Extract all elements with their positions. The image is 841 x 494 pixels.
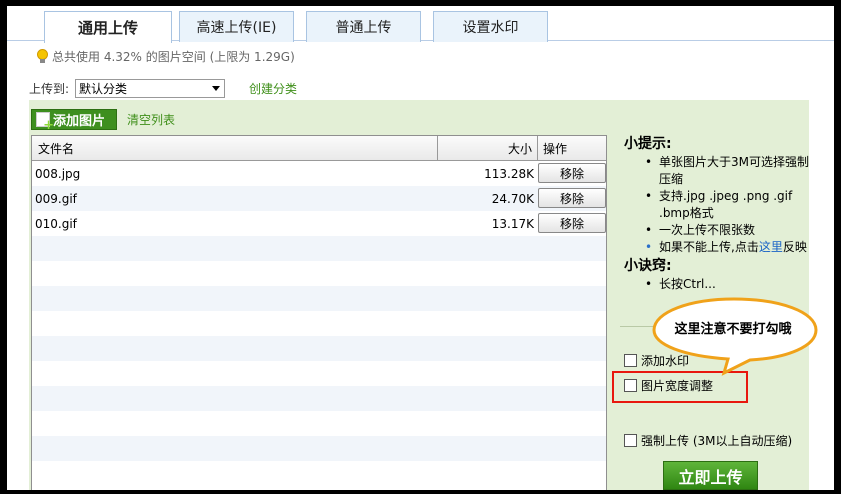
trick-item: 长按Ctrl... bbox=[624, 276, 809, 293]
add-images-button[interactable]: 添加图片 bbox=[31, 108, 117, 131]
quota-info: 总共使用 4.32% 的图片空间 (上限为 1.29G) bbox=[37, 46, 295, 66]
upload-page: 通用上传 高速上传(IE) 普通上传 设置水印 总共使用 4.32% 的图片空间… bbox=[7, 6, 834, 490]
callout-bubble: 这里注意不要打勾哦 bbox=[650, 296, 820, 376]
dropdown-arrow-icon bbox=[212, 85, 221, 91]
upload-to-label: 上传到: bbox=[29, 81, 70, 96]
add-images-label: 添加图片 bbox=[53, 113, 106, 129]
empty-row bbox=[32, 461, 606, 486]
quota-text: 总共使用 4.32% 的图片空间 (上限为 1.29G) bbox=[52, 49, 295, 64]
tricks-title: 小诀窍: bbox=[624, 258, 672, 274]
column-divider bbox=[437, 136, 438, 160]
empty-row bbox=[32, 236, 606, 261]
empty-row bbox=[32, 311, 606, 336]
tab-watermark-settings[interactable]: 设置水印 bbox=[433, 11, 548, 42]
tip-item-feedback: 如果不能上传,点击这里反映 bbox=[624, 239, 809, 256]
tab-fast-upload-ie[interactable]: 高速上传(IE) bbox=[179, 11, 294, 42]
empty-row bbox=[32, 436, 606, 461]
column-header-size: 大小 bbox=[508, 141, 533, 156]
file-name: 010.gif bbox=[35, 216, 77, 231]
feedback-prefix: 如果不能上传,点击 bbox=[659, 240, 759, 254]
tip-item: 单张图片大于3M可选择强制压缩 bbox=[624, 154, 809, 188]
upload-now-button[interactable]: 立即上传 bbox=[663, 461, 758, 490]
empty-row bbox=[32, 361, 606, 386]
empty-row bbox=[32, 336, 606, 361]
tab-normal-upload[interactable]: 普通上传 bbox=[306, 11, 421, 42]
create-category-link[interactable]: 创建分类 bbox=[249, 80, 297, 97]
file-name: 009.gif bbox=[35, 191, 77, 206]
empty-row bbox=[32, 261, 606, 286]
tips-panel: 小提示: 单张图片大于3M可选择强制压缩 支持.jpg .jpeg .png .… bbox=[624, 134, 809, 293]
table-header: 文件名 大小 操作 bbox=[32, 136, 606, 161]
tab-bar: 通用上传 高速上传(IE) 普通上传 设置水印 bbox=[7, 6, 834, 43]
column-divider bbox=[537, 136, 538, 160]
file-toolbar: 添加图片 清空列表 bbox=[31, 108, 175, 131]
table-row: 008.jpg 113.28K 移除 bbox=[32, 161, 606, 186]
file-size: 24.70K bbox=[491, 191, 534, 206]
tab-general-upload[interactable]: 通用上传 bbox=[44, 11, 172, 43]
callout-text: 这里注意不要打勾哦 bbox=[674, 322, 792, 337]
remove-file-button[interactable]: 移除 bbox=[538, 188, 606, 208]
table-row: 009.gif 24.70K 移除 bbox=[32, 186, 606, 211]
lightbulb-icon bbox=[37, 49, 48, 63]
empty-row bbox=[32, 286, 606, 311]
tip-item: 一次上传不限张数 bbox=[624, 222, 809, 239]
column-header-filename: 文件名 bbox=[38, 141, 75, 156]
column-header-action: 操作 bbox=[543, 141, 568, 156]
file-size: 113.28K bbox=[484, 166, 534, 181]
file-name: 008.jpg bbox=[35, 166, 81, 181]
category-select-value: 默认分类 bbox=[79, 81, 128, 96]
file-list-table: 文件名 大小 操作 008.jpg 113.28K 移除 009.gif 24.… bbox=[31, 135, 607, 490]
tips-title: 小提示: bbox=[624, 136, 672, 152]
watermark-checkbox[interactable] bbox=[624, 354, 637, 367]
force-upload-label: 强制上传 (3M以上自动压缩) bbox=[641, 434, 793, 448]
empty-row bbox=[32, 411, 606, 436]
file-size: 13.17K bbox=[491, 216, 534, 231]
clear-list-link[interactable]: 清空列表 bbox=[127, 111, 175, 128]
force-upload-checkbox[interactable] bbox=[624, 434, 637, 447]
feedback-suffix: 反映 bbox=[782, 240, 807, 254]
feedback-link[interactable]: 这里 bbox=[759, 240, 783, 254]
table-row: 010.gif 13.17K 移除 bbox=[32, 211, 606, 236]
remove-file-button[interactable]: 移除 bbox=[538, 213, 606, 233]
tips-list: 单张图片大于3M可选择强制压缩 支持.jpg .jpeg .png .gif .… bbox=[624, 154, 809, 256]
tricks-list: 长按Ctrl... bbox=[624, 276, 809, 293]
category-select[interactable]: 默认分类 bbox=[75, 78, 226, 98]
option-force-upload[interactable]: 强制上传 (3M以上自动压缩) bbox=[624, 432, 792, 449]
remove-file-button[interactable]: 移除 bbox=[538, 163, 606, 183]
upload-destination: 上传到: 默认分类 创建分类 bbox=[29, 77, 297, 99]
add-file-icon bbox=[36, 111, 54, 131]
tip-item: 支持.jpg .jpeg .png .gif .bmp格式 bbox=[624, 188, 809, 222]
empty-row bbox=[32, 386, 606, 411]
